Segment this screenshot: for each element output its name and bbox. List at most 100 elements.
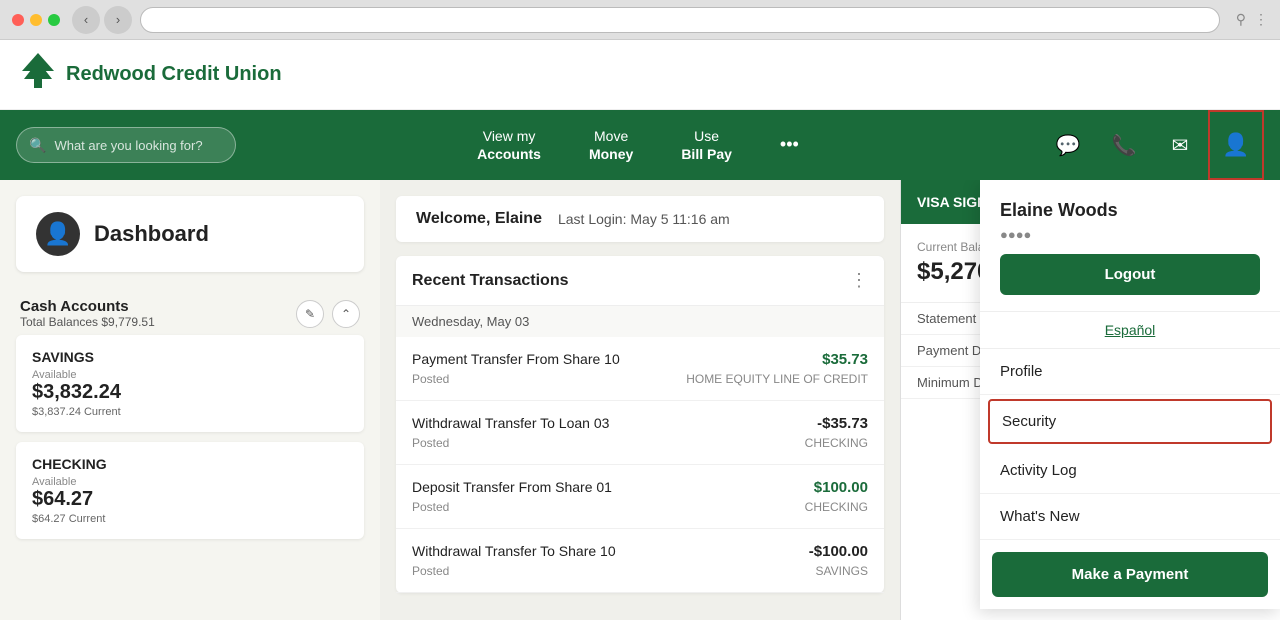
checking-available-amount: $64.27 [32,488,105,511]
browser-chrome: ‹ › ⚲ ⋮ [0,0,1280,40]
transaction-status: Posted [412,564,449,578]
nav-item-accounts-pre: View my [477,127,541,145]
cash-accounts-header: Cash Accounts Total Balances $9,779.51 ✎… [16,288,364,335]
nav-item-billpay[interactable]: Use Bill Pay [661,119,752,171]
checking-current: $64.27 Current [32,513,105,525]
savings-available-amount: $3,832.24 [32,381,121,404]
search-box[interactable]: 🔍 What are you looking for? [16,127,236,163]
close-button[interactable] [12,14,24,26]
transaction-row-bottom: Posted CHECKING [412,500,868,514]
main-content: 👤 Dashboard Cash Accounts Total Balances… [0,180,1280,620]
transaction-status: Posted [412,372,449,386]
transaction-amount: $35.73 [822,351,868,368]
browser-icons: ⚲ ⋮ [1236,11,1268,28]
logout-button[interactable]: Logout [1000,254,1260,295]
cash-accounts-label: Cash Accounts [20,298,155,315]
accounts-section: Cash Accounts Total Balances $9,779.51 ✎… [0,288,380,539]
transaction-row-top: Withdrawal Transfer To Share 10 -$100.00 [412,543,868,560]
nav-item-money[interactable]: Move Money [569,119,653,171]
transaction-name: Withdrawal Transfer To Share 10 [412,543,616,559]
transaction-amount: -$100.00 [809,543,868,560]
transaction-status: Posted [412,436,449,450]
collapse-button[interactable]: ⌃ [332,300,360,328]
transaction-row-bottom: Posted CHECKING [412,436,868,450]
checking-available-label: Available [32,476,105,488]
dropdown-username: Elaine Woods [1000,200,1260,221]
transaction-name: Withdrawal Transfer To Loan 03 [412,415,609,431]
transaction-category: SAVINGS [816,564,868,578]
savings-balance-row: Available $3,832.24 $3,837.24 Current [32,369,348,418]
transaction-item: Withdrawal Transfer To Share 10 -$100.00… [396,529,884,593]
phone-button[interactable]: 📞 [1096,110,1152,180]
more-icon: ••• [780,133,799,156]
back-button[interactable]: ‹ [72,6,100,34]
nav-item-billpay-main: Bill Pay [681,145,732,163]
edit-button[interactable]: ✎ [296,300,324,328]
welcome-name: Welcome, Elaine [416,210,542,228]
nav-buttons: ‹ › [72,6,132,34]
maximize-button[interactable] [48,14,60,26]
dashboard-title: Dashboard [94,221,209,247]
transaction-name: Deposit Transfer From Share 01 [412,479,612,495]
transaction-category: CHECKING [805,500,868,514]
transaction-row-top: Withdrawal Transfer To Loan 03 -$35.73 [412,415,868,432]
browser-menu-icon: ⋮ [1254,11,1268,28]
profile-dropdown: Elaine Woods ●●●● Logout Español Profile… [980,180,1280,609]
dashboard-header: 👤 Dashboard [16,196,364,272]
nav-items: View my Accounts Move Money Use Bill Pay… [236,119,1040,171]
checking-label: CHECKING [32,456,348,472]
transaction-amount: $100.00 [814,479,868,496]
make-payment-button[interactable]: Make a Payment [992,552,1268,597]
savings-card[interactable]: SAVINGS Available $3,832.24 $3,837.24 Cu… [16,335,364,432]
transaction-category: CHECKING [805,436,868,450]
transactions-more-icon[interactable]: ⋮ [850,270,868,291]
transaction-row-bottom: Posted SAVINGS [412,564,868,578]
activity-log-menu-item[interactable]: Activity Log [980,448,1280,494]
transactions-panel: Recent Transactions ⋮ Wednesday, May 03 … [396,256,884,593]
rcu-logo-icon [20,51,56,98]
header-top: Redwood Credit Union [0,40,1280,110]
chat-icon: 💬 [1056,133,1081,158]
avatar-icon: 👤 [44,221,71,247]
total-balances: Total Balances $9,779.51 [20,315,155,329]
dropdown-user-section: Elaine Woods ●●●● Logout [980,180,1280,312]
security-menu-item[interactable]: Security [988,399,1272,444]
last-login: Last Login: May 5 11:16 am [558,211,730,227]
nav-icon-group: 💬 📞 ✉ 👤 [1040,110,1264,180]
search-placeholder: What are you looking for? [54,138,202,153]
sidebar: 👤 Dashboard Cash Accounts Total Balances… [0,180,380,620]
profile-menu-item[interactable]: Profile [980,349,1280,395]
transaction-item: Deposit Transfer From Share 01 $100.00 P… [396,465,884,529]
chat-button[interactable]: 💬 [1040,110,1096,180]
welcome-bar: Welcome, Elaine Last Login: May 5 11:16 … [396,196,884,242]
date-header: Wednesday, May 03 [396,306,884,337]
transaction-amount: -$35.73 [817,415,868,432]
nav-item-more[interactable]: ••• [760,125,819,164]
mail-icon: ✉ [1172,133,1189,158]
whats-new-menu-item[interactable]: What's New [980,494,1280,540]
mail-button[interactable]: ✉ [1152,110,1208,180]
nav-item-accounts[interactable]: View my Accounts [457,119,561,171]
profile-button[interactable]: 👤 [1208,110,1264,180]
transaction-status: Posted [412,500,449,514]
transaction-row-top: Deposit Transfer From Share 01 $100.00 [412,479,868,496]
transaction-category: HOME EQUITY LINE OF CREDIT [686,372,868,386]
app: Redwood Credit Union 🔍 What are you look… [0,40,1280,620]
checking-card[interactable]: CHECKING Available $64.27 $64.27 Current [16,442,364,539]
nav-item-accounts-main: Accounts [477,145,541,163]
transaction-item: Payment Transfer From Share 10 $35.73 Po… [396,337,884,401]
savings-label: SAVINGS [32,349,348,365]
phone-icon: 📞 [1112,133,1137,158]
logo-text: Redwood Credit Union [66,63,282,86]
minimize-button[interactable] [30,14,42,26]
transaction-row-top: Payment Transfer From Share 10 $35.73 [412,351,868,368]
espanol-link[interactable]: Español [980,312,1280,348]
masked-dots: ●●●● [1000,227,1031,242]
address-bar[interactable] [140,7,1220,33]
nav-bar: 🔍 What are you looking for? View my Acco… [0,110,1280,180]
forward-button[interactable]: › [104,6,132,34]
main-panel: Welcome, Elaine Last Login: May 5 11:16 … [380,180,900,620]
traffic-lights [12,14,60,26]
savings-available-label: Available [32,369,121,381]
nav-item-money-main: Money [589,145,633,163]
